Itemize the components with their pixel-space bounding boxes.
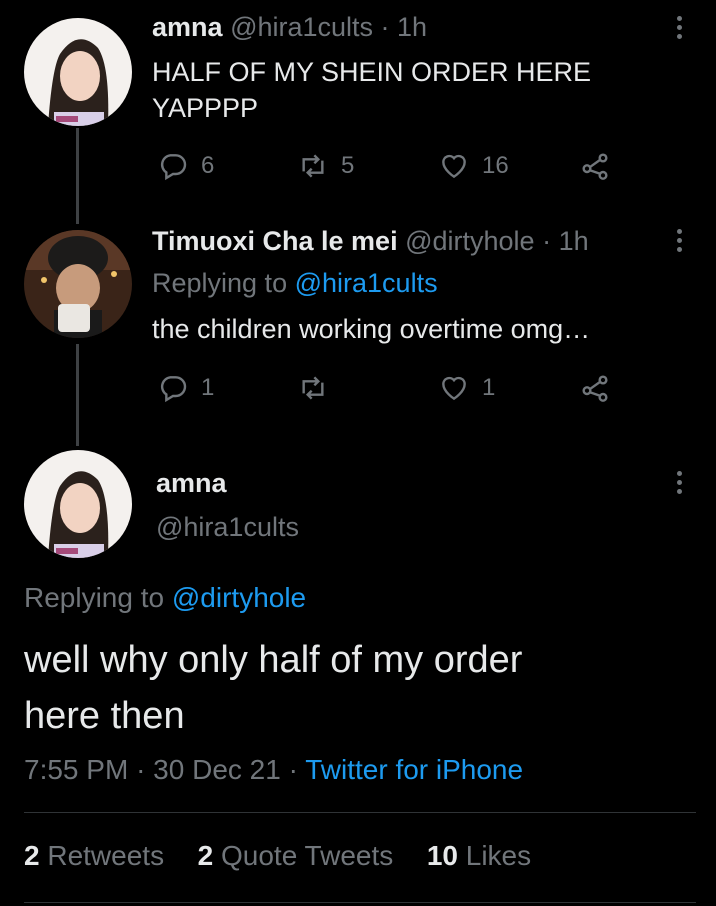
tweet-time[interactable]: 7:55 PM [24,754,128,785]
tweet-date[interactable]: 30 Dec 21 [153,754,281,785]
more-icon[interactable] [674,471,684,494]
tweet-header: amna @hira1cults · 1h [152,12,427,43]
share-button[interactable] [579,372,611,404]
timestamp[interactable]: · 1h [542,226,589,256]
display-name[interactable]: amna [152,12,223,42]
likes-stat[interactable]: 10 Likes [427,840,531,871]
like-count: 1 [482,374,496,401]
avatar-image [24,18,132,126]
mention-link[interactable]: @dirtyhole [172,582,306,613]
retweet-count: 5 [341,152,355,179]
share-button[interactable] [579,150,611,182]
retweet-button[interactable]: 5 [297,150,354,182]
handle[interactable]: @dirtyhole [405,226,534,256]
avatar[interactable] [24,230,132,338]
retweet-icon [302,154,324,178]
reply-count: 1 [201,374,215,401]
replying-to: Replying to @dirtyhole [24,582,307,613]
mention-link[interactable]: @hira1cults [295,268,438,298]
avatar-image [24,450,132,558]
thread-connector [76,344,79,446]
reply-icon [160,376,187,403]
divider [24,812,696,813]
avatar[interactable] [24,450,132,558]
tweet-meta: 7:55 PM · 30 Dec 21 · Twitter for iPhone [24,754,524,785]
retweet-button[interactable] [297,372,341,404]
handle[interactable]: @hira1cults [230,12,373,42]
tweet-text: HALF OF MY SHEIN ORDER HERE YAPPPP [152,57,592,123]
thread-connector [76,128,79,224]
tweet-stats: 2 Retweets 2 Quote Tweets 10 Likes [24,840,531,872]
share-icon [582,153,608,180]
like-icon [442,154,466,179]
tweet-text: well why only half of my order here then [24,639,523,737]
avatar[interactable] [24,18,132,126]
retweets-stat[interactable]: 2 Retweets [24,840,164,871]
reply-count: 6 [201,152,215,179]
reply-button[interactable]: 1 [157,372,214,404]
reply-button[interactable]: 6 [157,150,214,182]
share-icon [582,375,608,402]
like-count: 16 [482,152,509,179]
retweet-icon [302,376,324,400]
quote-tweets-stat[interactable]: 2 Quote Tweets [198,840,394,871]
more-icon[interactable] [674,16,684,39]
more-icon[interactable] [674,229,684,252]
like-button[interactable]: 1 [438,372,495,404]
avatar-image [24,230,132,338]
reply-icon [160,154,187,181]
tweet-header: Timuoxi Cha le mei @dirtyhole · 1h [152,226,589,257]
divider [24,902,696,903]
replying-to: Replying to @hira1cults [152,268,438,298]
like-button[interactable]: 16 [438,150,509,182]
timestamp[interactable]: · 1h [381,12,428,42]
tweet-source[interactable]: Twitter for iPhone [305,754,523,785]
display-name[interactable]: Timuoxi Cha le mei [152,226,398,256]
handle[interactable]: @hira1cults [156,512,299,543]
like-icon [442,376,466,401]
display-name[interactable]: amna [156,468,227,499]
tweet-text: the children working overtime omg… [152,314,591,344]
